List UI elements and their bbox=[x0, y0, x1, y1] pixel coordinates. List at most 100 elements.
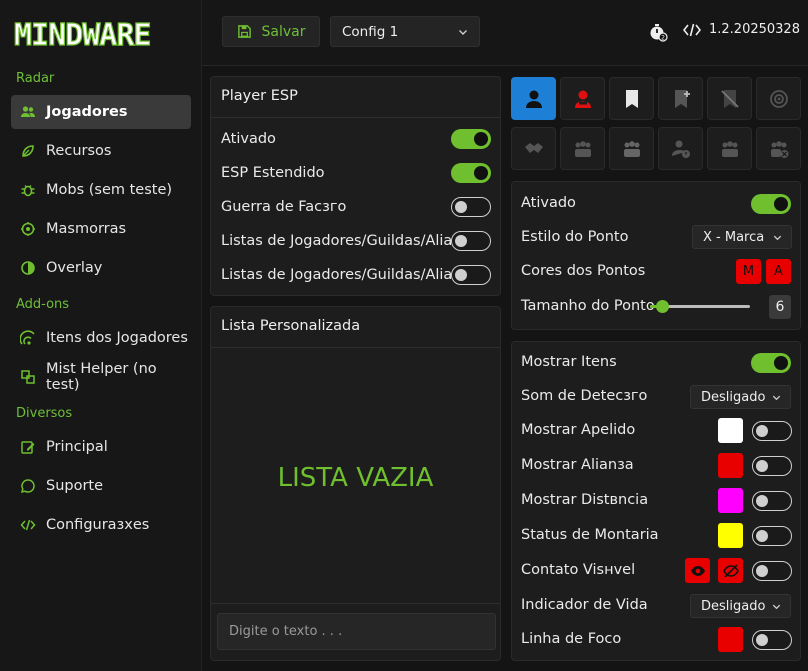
save-button[interactable]: Salvar bbox=[222, 16, 320, 47]
tab-bookmark-off[interactable] bbox=[707, 77, 752, 120]
group-icon bbox=[574, 140, 591, 157]
row-label: Mostrar Alianзa bbox=[521, 457, 634, 473]
hidden-eye-button[interactable] bbox=[718, 558, 743, 583]
health-indicator-value: Desligado bbox=[701, 598, 766, 614]
row-label: Mostrar Apelido bbox=[521, 422, 636, 438]
group-remove-icon bbox=[770, 140, 788, 158]
sidebar-item-itens-jogadores[interactable]: Itens dos Jogadores bbox=[11, 321, 191, 355]
nickname-color-swatch[interactable] bbox=[718, 418, 743, 443]
bookmark-icon bbox=[625, 89, 638, 108]
alliance-color-swatch[interactable] bbox=[718, 453, 743, 478]
sidebar-item-mist-helper[interactable]: Mist Helper (no test) bbox=[11, 360, 191, 394]
sidebar-item-jogadores[interactable]: Jogadores bbox=[11, 95, 191, 129]
party-icon bbox=[623, 140, 640, 157]
health-indicator-select[interactable]: Desligado bbox=[690, 594, 791, 618]
row-label: Contato Visнvel bbox=[521, 562, 636, 578]
player-info-icon bbox=[671, 140, 690, 158]
tab-group-remove[interactable] bbox=[756, 127, 801, 170]
mindware-logo: MINDWARE bbox=[14, 17, 152, 53]
radar-icon bbox=[20, 330, 36, 346]
tab-handshake[interactable] bbox=[511, 127, 556, 170]
save-button-label: Salvar bbox=[261, 23, 306, 40]
visible-contact-toggle[interactable] bbox=[752, 561, 792, 581]
section-label-radar: Radar bbox=[16, 71, 55, 86]
mount-status-toggle[interactable] bbox=[752, 526, 792, 546]
custom-list-input[interactable] bbox=[217, 613, 496, 650]
mount-color-swatch[interactable] bbox=[718, 523, 743, 548]
tab-player-red[interactable] bbox=[560, 77, 605, 120]
dot-style-select[interactable]: X - Marca bbox=[692, 225, 792, 249]
sidebar-item-mobs[interactable]: Mobs (sem teste) bbox=[11, 173, 191, 207]
tab-bookmark[interactable] bbox=[609, 77, 654, 120]
sidebar-item-masmorras[interactable]: Masmorras bbox=[11, 212, 191, 246]
sidebar: MINDWARE Radar Jogadores Recursos Mobs (… bbox=[0, 0, 202, 671]
detection-sound-value: Desligado bbox=[701, 389, 766, 405]
row-label: Mostrar Itens bbox=[521, 354, 617, 370]
dot-size-slider[interactable] bbox=[650, 300, 750, 313]
sidebar-item-label: Suporte bbox=[46, 478, 104, 494]
code-icon bbox=[20, 517, 36, 533]
focus-line-color-swatch[interactable] bbox=[718, 627, 743, 652]
row-label: Ativado bbox=[221, 131, 276, 147]
sidebar-item-recursos[interactable]: Recursos bbox=[11, 134, 191, 168]
focus-line-toggle[interactable] bbox=[752, 630, 792, 650]
listas-toggle-2[interactable] bbox=[451, 265, 491, 285]
bookmark-plus-icon bbox=[674, 89, 690, 108]
dot-size-value: 6 bbox=[769, 295, 791, 319]
row-label: Estilo do Ponto bbox=[521, 229, 629, 245]
divider bbox=[211, 603, 500, 604]
guerra-faccao-toggle[interactable] bbox=[451, 197, 491, 217]
tab-player[interactable] bbox=[511, 77, 556, 120]
dot-enabled-toggle[interactable] bbox=[751, 194, 791, 214]
sidebar-item-suporte[interactable]: Suporte bbox=[11, 469, 191, 503]
sidebar-item-configuracoes[interactable]: Configuraзхes bbox=[11, 508, 191, 542]
show-alliance-toggle[interactable] bbox=[752, 456, 792, 476]
leaf-icon bbox=[20, 143, 36, 159]
handshake-icon bbox=[524, 142, 543, 153]
listas-toggle-1[interactable] bbox=[451, 231, 491, 251]
sidebar-item-label: Jogadores bbox=[46, 104, 128, 120]
divider bbox=[211, 347, 500, 348]
ativado-toggle[interactable] bbox=[451, 129, 491, 149]
timer-icon[interactable]: 2 bbox=[648, 22, 668, 42]
dot-color-m-button[interactable]: M bbox=[736, 259, 761, 284]
tab-party[interactable] bbox=[609, 127, 654, 170]
show-nickname-toggle[interactable] bbox=[752, 421, 792, 441]
empty-list-message: LISTA VAZIA bbox=[277, 463, 434, 493]
show-items-toggle[interactable] bbox=[751, 353, 791, 373]
sidebar-item-label: Mist Helper (no test) bbox=[46, 361, 157, 393]
version-label: 1.2.20250328 bbox=[683, 22, 800, 37]
chevron-down-icon bbox=[772, 604, 781, 610]
esp-estendido-toggle[interactable] bbox=[451, 163, 491, 183]
visible-eye-button[interactable] bbox=[685, 558, 710, 583]
eye-icon bbox=[690, 565, 705, 576]
tab-target[interactable] bbox=[756, 77, 801, 120]
bug-icon bbox=[20, 182, 36, 198]
grid-icon bbox=[20, 369, 36, 385]
sidebar-item-label: Overlay bbox=[46, 260, 103, 276]
dot-size-slider-thumb[interactable] bbox=[656, 300, 669, 313]
config-select[interactable]: Config 1 bbox=[330, 16, 480, 47]
tab-player-info[interactable] bbox=[658, 127, 703, 170]
sidebar-item-principal[interactable]: Principal bbox=[11, 430, 191, 464]
divider bbox=[211, 117, 500, 118]
items-settings-panel: Mostrar Itens Som de Detecзгo Desligado … bbox=[511, 341, 801, 661]
dot-color-a-button[interactable]: A bbox=[766, 259, 791, 284]
users-icon bbox=[20, 104, 36, 120]
sidebar-item-label: Masmorras bbox=[46, 221, 127, 237]
sidebar-item-label: Recursos bbox=[46, 143, 112, 159]
half-circle-icon bbox=[20, 260, 36, 276]
svg-text:MINDWARE: MINDWARE bbox=[14, 18, 151, 53]
distance-color-swatch[interactable] bbox=[718, 488, 743, 513]
row-label: Tamanho do Ponto bbox=[521, 298, 655, 314]
tab-bookmark-plus[interactable] bbox=[658, 77, 703, 120]
detection-sound-select[interactable]: Desligado bbox=[690, 385, 791, 409]
dot-settings-panel: Ativado Estilo do Ponto X - Marca Cores … bbox=[511, 181, 801, 330]
code-icon bbox=[683, 23, 701, 36]
row-label: Mostrar Distвncia bbox=[521, 492, 649, 508]
tab-group-small[interactable] bbox=[707, 127, 752, 170]
sidebar-item-overlay[interactable]: Overlay bbox=[11, 251, 191, 285]
tab-group[interactable] bbox=[560, 127, 605, 170]
row-label: Listas de Jogadores/Guildas/Alianзas bbox=[221, 267, 486, 283]
show-distance-toggle[interactable] bbox=[752, 491, 792, 511]
